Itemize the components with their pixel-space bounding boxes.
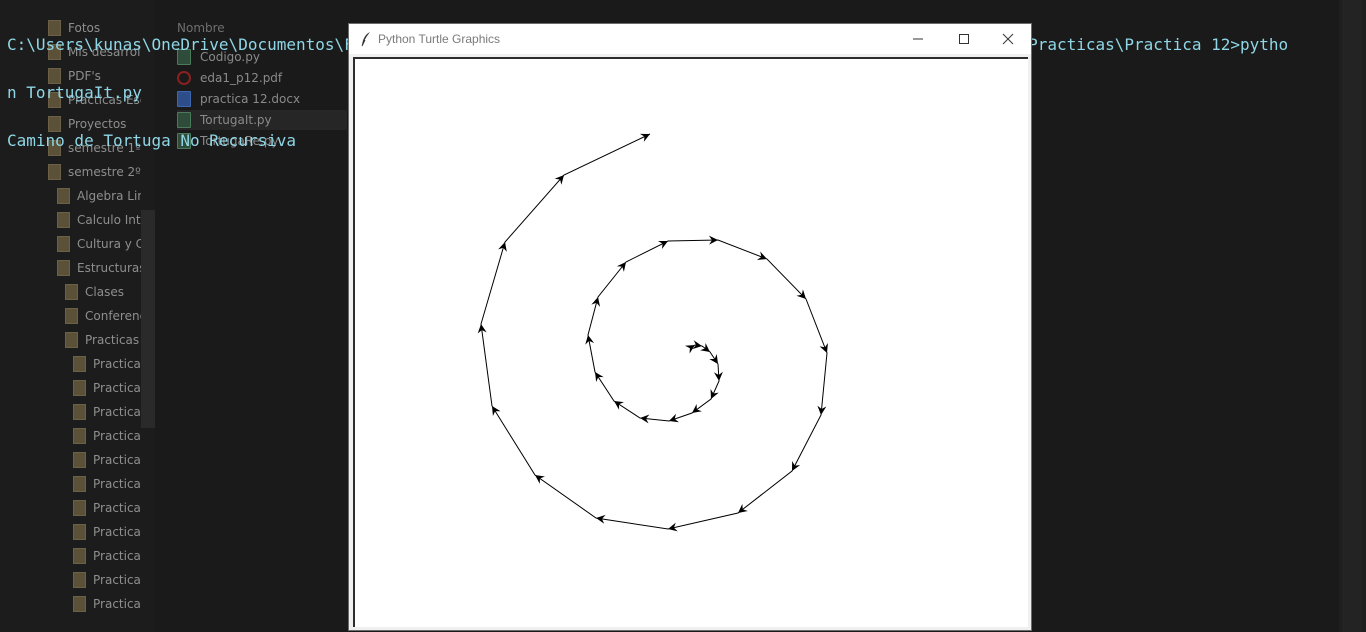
nav-item[interactable]: Practica xyxy=(73,546,141,566)
turtle-stamp-arrow xyxy=(492,406,501,417)
folder-icon xyxy=(65,332,78,348)
turtle-stamp-arrow xyxy=(668,522,678,532)
folder-icon xyxy=(65,284,78,300)
nav-item-label: Practica xyxy=(93,573,141,587)
nav-item-label: Practica xyxy=(93,357,141,371)
feather-icon xyxy=(361,32,370,47)
turtle-stamp-arrow xyxy=(669,413,679,423)
nav-item[interactable]: Practica xyxy=(73,570,141,590)
nav-item-label: Practica xyxy=(93,381,141,395)
nav-item[interactable]: Practica xyxy=(73,426,141,446)
nav-item-label: semestre 2º xyxy=(68,165,141,179)
nav-item[interactable]: Practica xyxy=(73,354,141,374)
nav-item-label: Practica xyxy=(93,405,141,419)
nav-item-label: Practica xyxy=(93,549,141,563)
turtle-graphics-window: Python Turtle Graphics xyxy=(348,23,1032,631)
folder-icon xyxy=(73,572,86,588)
folder-icon xyxy=(73,356,86,372)
nav-item[interactable]: Estructuras xyxy=(57,258,141,278)
nav-item-label: Calculo Inte xyxy=(77,213,141,227)
nav-scrollbar[interactable] xyxy=(141,210,155,428)
folder-icon xyxy=(57,260,70,276)
nav-item-label: Practica xyxy=(93,477,141,491)
nav-item[interactable]: Practica xyxy=(73,378,141,398)
turtle-stamp-arrow xyxy=(657,241,668,250)
nav-item[interactable]: Practica xyxy=(73,522,141,542)
nav-item-label: Practica xyxy=(93,525,141,539)
nav-item-label: Estructuras xyxy=(77,261,141,275)
folder-icon xyxy=(73,404,86,420)
folder-icon xyxy=(65,308,78,324)
turtle-stamp-arrow xyxy=(819,342,828,353)
nav-item-label: Practica xyxy=(93,429,141,443)
nav-item-label: Practicas xyxy=(85,333,140,347)
turtle-stamp-arrow xyxy=(595,372,604,382)
turtle-canvas[interactable] xyxy=(355,59,1028,627)
turtle-path xyxy=(480,133,828,530)
folder-icon xyxy=(73,548,86,564)
nav-item[interactable]: Calculo Inte xyxy=(57,210,141,230)
nav-item[interactable]: Practica xyxy=(73,450,141,470)
turtle-stamp-arrow xyxy=(498,242,507,252)
turtle-stamp-arrow xyxy=(710,388,719,399)
turtle-stamp-arrow xyxy=(614,401,624,410)
turtle-stamp-arrow xyxy=(585,335,595,345)
nav-item[interactable]: Practicas xyxy=(65,330,141,350)
minimize-button[interactable] xyxy=(895,24,941,54)
turtle-stamp-arrow xyxy=(738,503,748,513)
nav-item[interactable]: Practica xyxy=(73,498,141,518)
nav-item-label: Cultura y Co xyxy=(77,237,141,251)
folder-icon xyxy=(73,500,86,516)
nav-item-label: Practica xyxy=(93,453,141,467)
maximize-icon xyxy=(959,34,969,44)
nav-item[interactable]: Practica xyxy=(73,594,141,614)
folder-icon xyxy=(57,236,70,252)
folder-icon xyxy=(73,380,86,396)
folder-icon xyxy=(73,596,86,612)
close-button[interactable] xyxy=(985,24,1031,54)
turtle-stamp-arrow xyxy=(596,514,606,524)
nav-item-label: Clases xyxy=(85,285,124,299)
window-titlebar[interactable]: Python Turtle Graphics xyxy=(349,24,1031,54)
turtle-stamp-arrow xyxy=(591,297,601,307)
nav-item-label: Practica xyxy=(93,501,141,515)
folder-icon xyxy=(73,428,86,444)
nav-item-label: Practica xyxy=(93,597,141,611)
turtle-stamp-arrow xyxy=(709,354,718,364)
turtle-stamp-arrow xyxy=(756,251,767,260)
nav-item[interactable]: Cultura y Co xyxy=(57,234,141,254)
folder-icon xyxy=(73,524,86,540)
maximize-button[interactable] xyxy=(941,24,987,54)
turtle-canvas-frame xyxy=(353,57,1028,627)
nav-item[interactable]: Algebra Line xyxy=(57,186,141,206)
nav-item-label: Algebra Line xyxy=(77,189,141,203)
nav-item[interactable]: Clases xyxy=(65,282,141,302)
close-icon xyxy=(1002,33,1014,45)
folder-icon xyxy=(73,476,86,492)
turtle-cursor-icon xyxy=(639,133,650,142)
folder-icon xyxy=(57,188,70,204)
nav-item-label: Conferenc xyxy=(85,309,141,323)
folder-icon xyxy=(73,452,86,468)
turtle-stamp-arrow xyxy=(692,404,702,413)
nav-item[interactable]: semestre 2º xyxy=(48,162,141,182)
nav-item[interactable]: Practica xyxy=(73,474,141,494)
window-title: Python Turtle Graphics xyxy=(378,32,501,46)
turtle-stamp-arrow xyxy=(792,460,801,471)
nav-item[interactable]: Practica xyxy=(73,402,141,422)
nav-item[interactable]: Conferenc xyxy=(65,306,141,326)
folder-icon xyxy=(48,164,61,180)
folder-icon xyxy=(57,212,70,228)
minimize-icon xyxy=(913,38,923,40)
